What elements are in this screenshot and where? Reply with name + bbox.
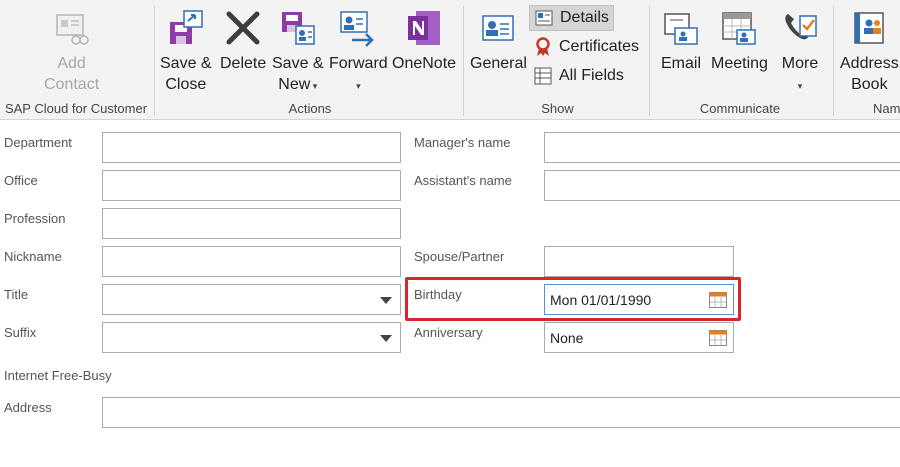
- email-button[interactable]: Email: [659, 6, 703, 74]
- email-label: Email: [660, 55, 701, 72]
- assistant-field[interactable]: [544, 170, 900, 201]
- forward-label: Forward: [329, 55, 388, 72]
- birthday-highlight-box: [405, 277, 741, 321]
- address-book-icon: [847, 6, 891, 50]
- details-label: Details: [560, 9, 609, 26]
- onenote-label: OneNote: [392, 55, 457, 72]
- save-new-label-text: New: [278, 76, 311, 93]
- add-contact-label-1: Add: [57, 55, 86, 72]
- group-label-communicate: Communicate: [699, 101, 781, 116]
- add-contact-button[interactable]: Add Contact: [44, 6, 99, 95]
- add-contact-icon: [50, 6, 94, 50]
- meeting-button[interactable]: Meeting: [711, 6, 768, 74]
- address-label: Address: [4, 400, 52, 415]
- forward-button[interactable]: Forward ▾: [329, 6, 388, 95]
- general-icon: [476, 6, 520, 50]
- title-label: Title: [4, 287, 29, 302]
- anniversary-value: None: [550, 329, 584, 346]
- address-book-button[interactable]: Address Book: [840, 6, 899, 95]
- save-new-label-1: Save &: [272, 55, 324, 72]
- save-new-icon: [276, 6, 320, 50]
- delete-button[interactable]: Delete: [220, 6, 266, 74]
- all-fields-button[interactable]: All Fields: [529, 63, 628, 89]
- assistant-label: Assistant's name: [414, 173, 512, 188]
- meeting-icon: [717, 6, 761, 50]
- office-field[interactable]: [102, 170, 401, 201]
- office-label: Office: [4, 173, 38, 188]
- profession-label: Profession: [4, 211, 66, 226]
- chevron-down-icon: ▾: [356, 81, 361, 91]
- onenote-icon: [402, 6, 446, 50]
- delete-icon: [221, 6, 265, 50]
- ribbon: Add Contact SAP Cloud for Customer Save …: [0, 0, 900, 120]
- spouse-label: Spouse/Partner: [414, 249, 505, 264]
- onenote-button[interactable]: OneNote: [392, 6, 456, 74]
- ribbon-separator: [154, 6, 155, 116]
- general-button[interactable]: General: [470, 6, 527, 74]
- details-button[interactable]: Details: [529, 5, 614, 31]
- address-book-label-1: Address: [840, 55, 899, 72]
- more-icon: [778, 6, 822, 50]
- address-field[interactable]: [102, 397, 900, 428]
- address-book-label-2: Book: [851, 76, 888, 93]
- all-fields-label: All Fields: [559, 67, 624, 84]
- certificate-icon: [533, 37, 553, 57]
- save-close-button[interactable]: Save & Close: [160, 6, 212, 95]
- meeting-label: Meeting: [711, 55, 768, 72]
- nickname-label: Nickname: [4, 249, 62, 264]
- forward-icon: [336, 6, 380, 50]
- calendar-icon[interactable]: [709, 330, 727, 346]
- forward-caret: ▾: [356, 74, 361, 95]
- group-label-sap: SAP Cloud for Customer: [4, 101, 148, 116]
- all-fields-icon: [533, 66, 553, 86]
- ribbon-separator: [833, 6, 834, 116]
- certificates-label: Certificates: [559, 38, 640, 55]
- save-new-button[interactable]: Save & New ▾: [272, 6, 324, 95]
- suffix-select[interactable]: [102, 322, 401, 353]
- more-button[interactable]: More ▾: [778, 6, 822, 95]
- anniversary-label: Anniversary: [414, 325, 483, 340]
- internet-free-busy-label: Internet Free-Busy: [4, 368, 112, 383]
- group-label-names: Nam: [873, 101, 900, 116]
- save-close-label-1: Save &: [160, 55, 212, 72]
- ribbon-separator: [463, 6, 464, 116]
- save-close-icon: [164, 6, 208, 50]
- chevron-down-icon[interactable]: [380, 297, 392, 304]
- ribbon-separator: [649, 6, 650, 116]
- group-label-actions: Actions: [288, 101, 332, 116]
- group-label-show: Show: [541, 101, 574, 116]
- more-caret: ▾: [798, 74, 803, 95]
- department-label: Department: [4, 135, 72, 150]
- chevron-down-icon: ▾: [797, 81, 803, 91]
- manager-label: Manager's name: [414, 135, 511, 150]
- add-contact-label-2: Contact: [44, 76, 100, 93]
- title-select[interactable]: [102, 284, 401, 315]
- manager-field[interactable]: [544, 132, 900, 163]
- nickname-field[interactable]: [102, 246, 401, 277]
- suffix-label: Suffix: [4, 325, 37, 340]
- more-label: More: [781, 55, 819, 72]
- profession-field[interactable]: [102, 208, 401, 239]
- delete-label: Delete: [220, 55, 267, 72]
- chevron-down-icon[interactable]: [380, 335, 392, 342]
- details-icon: [534, 8, 554, 28]
- general-label: General: [470, 55, 527, 72]
- chevron-down-icon: ▾: [310, 81, 318, 91]
- anniversary-date-field[interactable]: None: [544, 322, 734, 353]
- certificates-button[interactable]: Certificates: [529, 34, 643, 60]
- save-new-label-2: New ▾: [278, 74, 317, 95]
- email-icon: [659, 6, 703, 50]
- save-close-label-2: Close: [165, 76, 207, 93]
- spouse-field[interactable]: [544, 246, 734, 277]
- department-field[interactable]: [102, 132, 401, 163]
